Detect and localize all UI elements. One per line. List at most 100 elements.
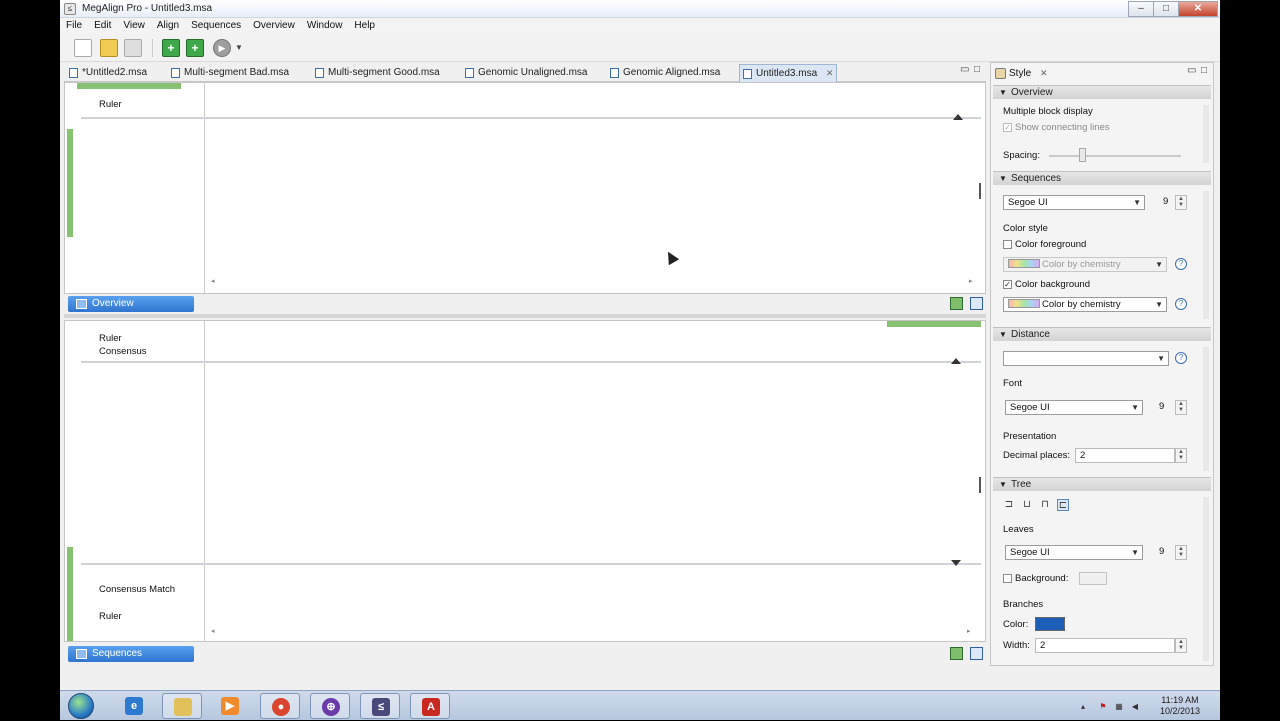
scroll-left-icon[interactable]: ◂ [211, 627, 215, 637]
flag-icon[interactable]: ⚑ [1098, 702, 1108, 711]
distance-font-size[interactable]: 9 [1159, 401, 1164, 412]
help-icon[interactable]: ? [1175, 352, 1187, 364]
menu-align[interactable]: Align [151, 18, 185, 34]
new-document-icon[interactable] [74, 39, 92, 57]
taskbar-megalign[interactable]: ⊕ [310, 693, 350, 719]
help-icon[interactable]: ? [1175, 258, 1187, 270]
taskbar-vs[interactable]: ≤ [360, 693, 400, 719]
tab-multi-segment-good[interactable]: Multi-segment Good.msa [312, 64, 440, 82]
distance-section-scroll[interactable] [1203, 347, 1209, 471]
minimize-style-icon[interactable]: ▭ [1187, 65, 1196, 76]
tree-layout-4-icon[interactable]: ⊏ [1057, 499, 1069, 511]
leaves-font-select[interactable]: Segoe UI ▼ [1005, 545, 1143, 560]
overview-vscroll[interactable] [979, 183, 981, 199]
distance-section-header[interactable]: ▼ Distance [993, 327, 1211, 341]
taskbar-explorer[interactable] [162, 693, 202, 719]
taskbar-media[interactable]: ▶ [210, 693, 250, 719]
overview-section-scroll[interactable] [1203, 105, 1209, 163]
menu-file[interactable]: File [60, 18, 88, 34]
tree-section-scroll[interactable] [1203, 497, 1209, 661]
distance-size-spinner[interactable]: ▲ ▼ [1175, 400, 1187, 415]
spacing-slider-track[interactable] [1049, 155, 1181, 157]
app-icon[interactable]: ≤ [64, 3, 76, 15]
tree-layout-3-icon[interactable]: ⊓ [1039, 499, 1051, 511]
decimal-places-input[interactable]: 2 [1075, 448, 1175, 463]
tab-genomic-unaligned[interactable]: Genomic Unaligned.msa [462, 64, 588, 82]
menu-view[interactable]: View [117, 18, 151, 34]
run-dropdown-icon[interactable]: ▼ [235, 39, 245, 57]
tab-untitled2[interactable]: *Untitled2.msa [66, 64, 147, 82]
menu-overview[interactable]: Overview [247, 18, 301, 34]
maximize-style-icon[interactable]: □ [1201, 65, 1207, 76]
menu-sequences[interactable]: Sequences [185, 18, 247, 34]
sequences-section-scroll[interactable] [1203, 191, 1209, 319]
background-checkbox[interactable] [1003, 574, 1012, 583]
color-foreground-checkbox[interactable] [1003, 240, 1012, 249]
run-align-icon[interactable]: ▶ [213, 39, 231, 57]
distance-select[interactable]: ▼ [1003, 351, 1169, 366]
maximize-button[interactable]: □ [1153, 1, 1179, 17]
add-sequences-icon[interactable]: + [162, 39, 180, 57]
tree-layout-2-icon[interactable]: ⊔ [1021, 499, 1033, 511]
decimal-places-spinner[interactable]: ▲ ▼ [1175, 448, 1187, 463]
collapse-down-icon[interactable] [951, 560, 961, 566]
scroll-right-icon[interactable]: ▸ [969, 277, 973, 287]
sequences-size-spinner[interactable]: ▲ ▼ [1175, 195, 1187, 210]
menu-window[interactable]: Window [301, 18, 349, 34]
grid-view-icon[interactable] [950, 647, 963, 660]
branch-width-input[interactable]: 2 [1035, 638, 1175, 653]
network-icon[interactable]: ▦ [1114, 702, 1124, 711]
color-background-select[interactable]: Color by chemistry ▼ [1003, 297, 1167, 312]
background-color-button[interactable] [1079, 572, 1107, 585]
overview-section-header[interactable]: ▼ Overview [993, 85, 1211, 99]
window-view-icon[interactable] [970, 297, 983, 310]
collapse-up-icon[interactable] [951, 358, 961, 364]
minimize-button[interactable]: – [1128, 1, 1154, 17]
pane-splitter[interactable] [64, 314, 986, 318]
tab-untitled3[interactable]: Untitled3.msa ✕ [739, 64, 837, 82]
close-button[interactable]: ✕ [1178, 1, 1218, 17]
tree-section-header[interactable]: ▼ Tree [993, 477, 1211, 491]
color-foreground-select[interactable]: Color by chemistry ▼ [1003, 257, 1167, 272]
sequences-vscroll[interactable] [979, 477, 981, 493]
tab-genomic-aligned[interactable]: Genomic Aligned.msa [607, 64, 720, 82]
close-style-icon[interactable]: ✕ [1040, 68, 1048, 78]
overview-pane-tab[interactable]: Overview [68, 296, 194, 312]
collapse-up-icon[interactable] [953, 114, 963, 120]
distance-font-select[interactable]: Segoe UI ▼ [1005, 400, 1143, 415]
scroll-left-icon[interactable]: ◂ [211, 277, 215, 287]
spacing-slider-thumb[interactable] [1079, 148, 1086, 162]
maximize-editor-icon[interactable]: □ [974, 64, 980, 75]
show-connecting-checkbox[interactable]: ✓ [1003, 123, 1012, 132]
sequences-section-header[interactable]: ▼ Sequences [993, 171, 1211, 185]
taskbar-ie[interactable]: e [114, 693, 154, 719]
taskbar-pdf[interactable]: A [410, 693, 450, 719]
sequences-font-size[interactable]: 9 [1163, 196, 1168, 207]
tray-arrow-icon[interactable]: ▴ [1078, 702, 1088, 711]
window-view-icon[interactable] [970, 647, 983, 660]
start-button[interactable] [68, 693, 94, 719]
color-background-checkbox[interactable]: ✓ [1003, 280, 1012, 289]
menu-edit[interactable]: Edit [88, 18, 117, 34]
sequences-pane-tab[interactable]: Sequences [68, 646, 194, 662]
leaves-size-spinner[interactable]: ▲ ▼ [1175, 545, 1187, 560]
tab-multi-segment-bad[interactable]: Multi-segment Bad.msa [168, 64, 289, 82]
open-folder-icon[interactable] [100, 39, 118, 57]
tree-layout-1-icon[interactable]: ⊐ [1003, 499, 1015, 511]
minimize-editor-icon[interactable]: ▭ [960, 64, 969, 75]
add-sequences-2-icon[interactable]: + [186, 39, 204, 57]
style-tab[interactable]: Style ✕ [993, 65, 1048, 83]
sequences-font-select[interactable]: Segoe UI ▼ [1003, 195, 1145, 210]
scroll-right-icon[interactable]: ▸ [967, 627, 971, 637]
branch-color-button[interactable] [1035, 617, 1065, 631]
leaves-font-size[interactable]: 9 [1159, 546, 1164, 557]
save-icon[interactable] [124, 39, 142, 57]
grid-view-icon[interactable] [950, 297, 963, 310]
volume-icon[interactable]: ◀ [1130, 702, 1140, 711]
branch-width-spinner[interactable]: ▲ ▼ [1175, 638, 1187, 653]
sequence-position-bar[interactable] [887, 321, 981, 327]
help-icon[interactable]: ? [1175, 298, 1187, 310]
taskbar-chrome[interactable]: ● [260, 693, 300, 719]
clock[interactable]: 11:19 AM 10/2/2013 [1160, 695, 1200, 717]
menu-help[interactable]: Help [348, 18, 381, 34]
